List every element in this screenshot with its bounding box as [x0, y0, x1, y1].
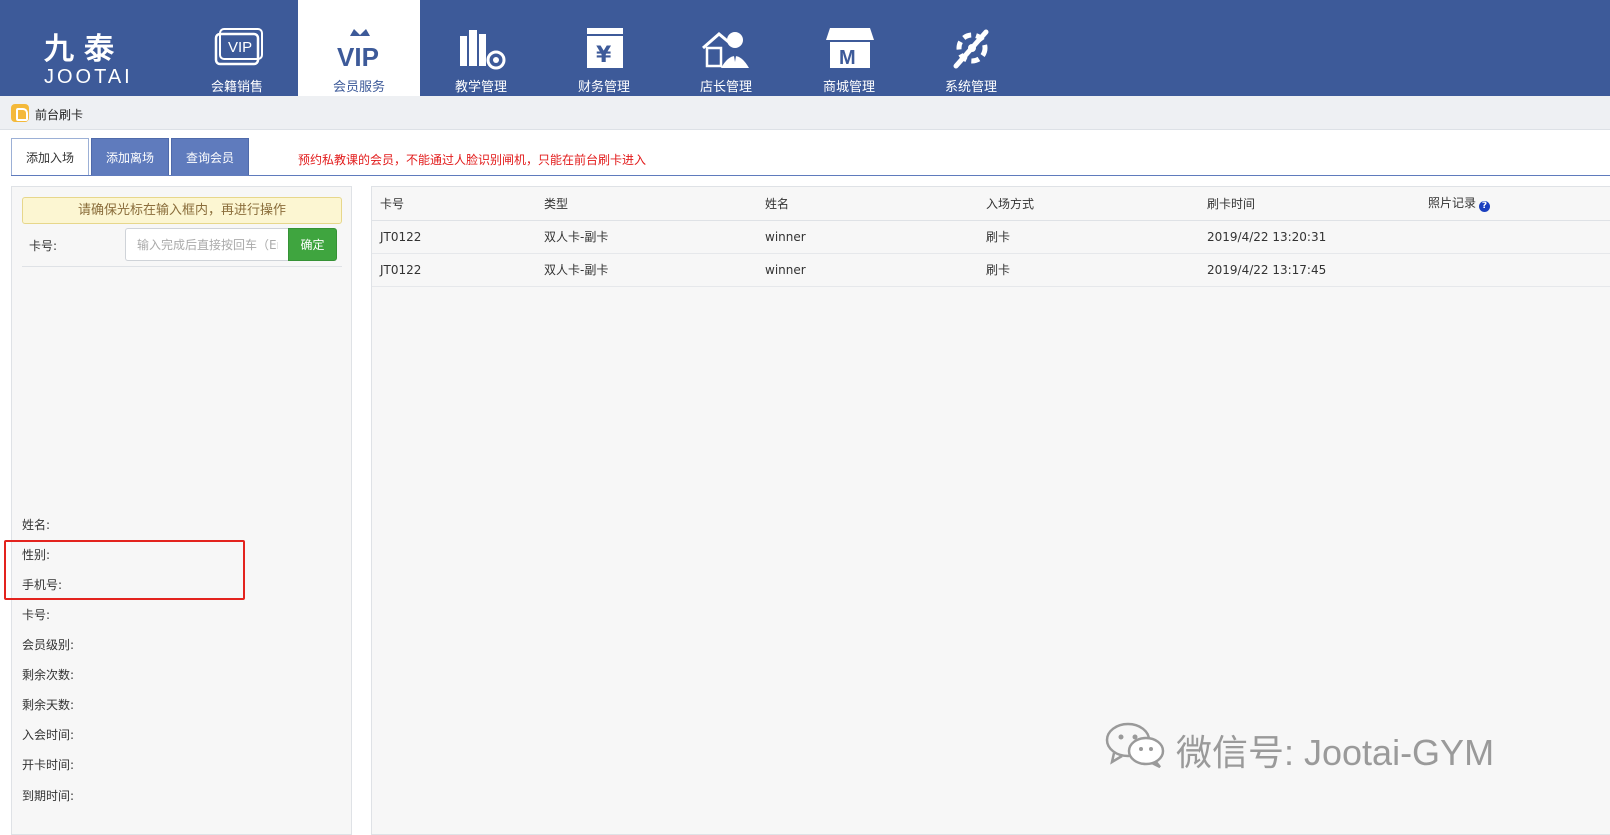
nav-item-teaching[interactable]: 教学管理	[420, 0, 542, 96]
nav-item-member-service[interactable]: VIP 会员服务	[298, 0, 420, 96]
info-remaining-times: 剩余次数:	[22, 668, 75, 682]
col-header-swipe-time: 刷卡时间	[1199, 187, 1420, 221]
svg-text:M: M	[839, 47, 856, 69]
help-icon[interactable]: ?	[1479, 201, 1491, 213]
tab-underline	[11, 175, 1610, 176]
store-icon: M	[826, 28, 874, 69]
nav-label: 商城管理	[822, 80, 875, 95]
vip-card-icon: VIP	[214, 28, 263, 66]
confirm-button[interactable]: 确定	[288, 228, 337, 261]
cell-type: 双人卡-副卡	[536, 220, 757, 254]
cell-card: JT0122	[372, 253, 536, 287]
info-name: 姓名:	[22, 518, 51, 532]
info-card-number: 卡号:	[22, 608, 51, 622]
photo-record-label: 照片记录	[1428, 196, 1477, 211]
nav-label: 系统管理	[944, 80, 997, 95]
cell-card: JT0122	[372, 220, 536, 254]
col-header-type: 类型	[536, 187, 757, 221]
nav-item-vip-sales[interactable]: VIP 会籍销售	[176, 0, 298, 96]
breadcrumb-title: 前台刷卡	[35, 108, 84, 122]
cell-swipe-time: 2019/4/22 13:17:45	[1199, 253, 1420, 287]
wechat-icon	[1105, 722, 1165, 768]
tools-icon	[953, 29, 989, 69]
nav-label: 会员服务	[332, 80, 385, 95]
col-header-card: 卡号	[372, 187, 536, 221]
breadcrumb: 前台刷卡	[0, 96, 1610, 130]
cursor-warning: 请确保光标在输入框内，再进行操作	[22, 197, 342, 224]
cell-entry-method: 刷卡	[978, 220, 1199, 254]
hand-icon	[11, 104, 29, 122]
tab-add-exit[interactable]: 添加离场	[91, 138, 169, 176]
entry-records-table: 卡号 类型 姓名 入场方式 刷卡时间 照片记录? JT0122 双人卡-副卡 w…	[372, 187, 1610, 287]
info-remaining-days: 剩余天数:	[22, 698, 75, 712]
table-header-row: 卡号 类型 姓名 入场方式 刷卡时间 照片记录?	[372, 187, 1610, 221]
svg-text:VIP: VIP	[228, 39, 252, 56]
cell-type: 双人卡-副卡	[536, 253, 757, 287]
cell-photo	[1420, 220, 1610, 254]
vip-crown-icon: VIP	[337, 29, 379, 70]
cell-name: winner	[757, 220, 978, 254]
col-header-name: 姓名	[757, 187, 978, 221]
nav-label: 财务管理	[577, 80, 630, 95]
nav-item-finance[interactable]: ¥ 财务管理	[543, 0, 665, 96]
divider	[22, 266, 342, 267]
nav-label: 会籍销售	[210, 80, 263, 95]
brand-name-cn: 九泰	[44, 32, 124, 67]
cell-entry-method: 刷卡	[978, 253, 1199, 287]
nav-item-system[interactable]: 系统管理	[910, 0, 1032, 96]
tab-query-member[interactable]: 查询会员	[171, 138, 249, 176]
svg-text:VIP: VIP	[337, 42, 379, 70]
highlight-annotation-box	[4, 540, 245, 600]
info-member-level: 会员级别:	[22, 638, 75, 652]
cell-swipe-time: 2019/4/22 13:20:31	[1199, 220, 1420, 254]
manager-house-icon	[702, 32, 749, 68]
watermark-text: 微信号: Jootai-GYM	[1176, 732, 1495, 773]
nav-item-manager[interactable]: 店长管理	[665, 0, 787, 96]
nav-item-mall[interactable]: M 商城管理	[788, 0, 910, 96]
nav-label: 教学管理	[454, 80, 507, 95]
checkin-panel: 请确保光标在输入框内，再进行操作 卡号: 确定 姓名: 性别: 手机号: 卡号:…	[4, 186, 352, 835]
cell-name: winner	[757, 253, 978, 287]
info-expire-time: 到期时间:	[22, 789, 75, 803]
top-nav: 九泰 JOOTAI VIP 会籍销售 VIP 会员服务 教学管理 ¥ 财务管理 …	[0, 0, 1610, 96]
table-row[interactable]: JT0122 双人卡-副卡 winner 刷卡 2019/4/22 13:17:…	[372, 253, 1610, 287]
card-number-label: 卡号:	[29, 239, 58, 253]
info-join-time: 入会时间:	[22, 728, 75, 742]
tab-add-entry[interactable]: 添加入场	[11, 138, 89, 176]
table-row[interactable]: JT0122 双人卡-副卡 winner 刷卡 2019/4/22 13:20:…	[372, 220, 1610, 254]
books-gear-icon	[460, 30, 506, 70]
nav-label: 店长管理	[699, 80, 752, 95]
brand-name-en: JOOTAI	[44, 66, 133, 88]
cell-photo	[1420, 253, 1610, 287]
col-header-entry-method: 入场方式	[978, 187, 1199, 221]
svg-text:¥: ¥	[596, 43, 612, 68]
info-card-open-time: 开卡时间:	[22, 758, 75, 772]
brand-logo: 九泰 JOOTAI	[0, 0, 176, 96]
yuan-icon: ¥	[587, 28, 623, 68]
col-header-photo: 照片记录?	[1420, 187, 1610, 221]
card-number-input[interactable]	[125, 228, 289, 261]
notice-text: 预约私教课的会员，不能通过人脸识别闸机，只能在前台刷卡进入	[298, 153, 647, 167]
